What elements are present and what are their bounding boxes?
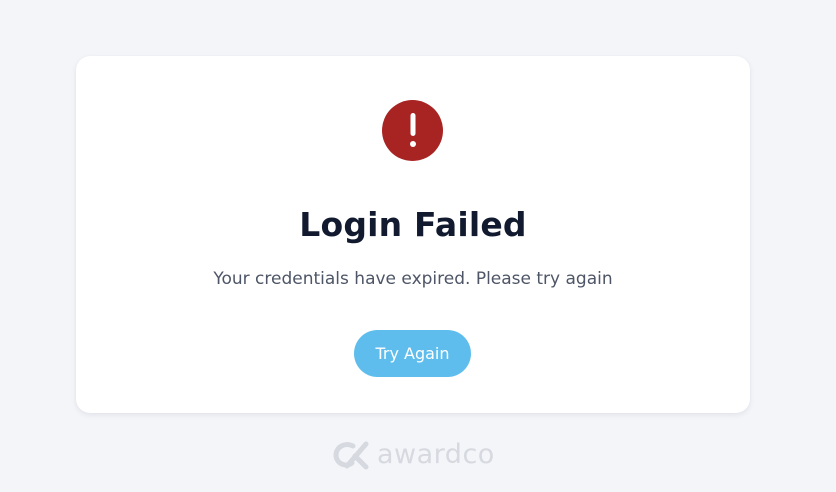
awardco-logo-icon (333, 440, 371, 470)
login-failed-card: Login Failed Your credentials have expir… (76, 56, 750, 413)
try-again-button[interactable]: Try Again (354, 330, 471, 377)
brand-logo: awardco (333, 437, 495, 473)
exclamation-circle-icon (382, 100, 443, 161)
brand-name: awardco (377, 439, 495, 470)
dialog-message: Your credentials have expired. Please tr… (213, 269, 613, 289)
dialog-title: Login Failed (299, 205, 527, 244)
